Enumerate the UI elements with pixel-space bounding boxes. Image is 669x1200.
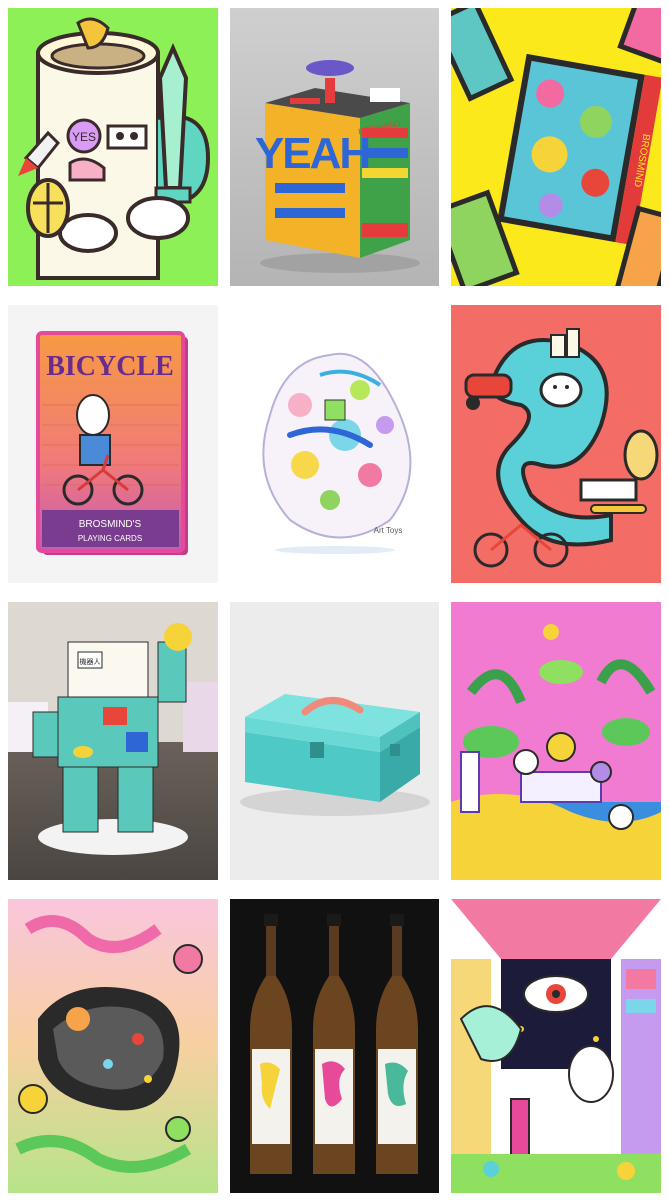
gallery-tile-robot-sculpture[interactable]: 機器人	[8, 602, 218, 880]
image-gallery-grid: YES YEAH BROSMIND BROSMIND BICYCLE BROSM…	[0, 0, 669, 1200]
robot-sculpture-photo: 機器人	[8, 602, 218, 880]
mug-badge-text: YES	[72, 130, 96, 144]
robot-chest-label: 機器人	[80, 657, 101, 666]
doodle-signature: Art Toys	[374, 526, 403, 535]
jungle-scene-illustration	[451, 602, 661, 880]
gallery-tile-puzzle-boxes[interactable]: BROSMIND	[451, 8, 661, 286]
brick-sculpture-photo: YEAH BROSMIND	[230, 8, 439, 286]
gallery-tile-space-eye[interactable]	[451, 899, 661, 1193]
gallery-tile-playing-cards[interactable]: BICYCLE BROSMIND'S PLAYING CARDS	[8, 305, 218, 583]
gallery-tile-brick-sculpture[interactable]: YEAH BROSMIND	[230, 8, 439, 286]
gallery-tile-mug-character[interactable]: YES	[8, 8, 218, 286]
space-eye-illustration	[451, 899, 661, 1193]
card-subcaption: PLAYING CARDS	[78, 534, 142, 543]
doodle-cluster-illustration: Art Toys	[230, 305, 439, 583]
brick-letters: YEAH	[255, 129, 369, 178]
gallery-tile-blue-creature[interactable]	[451, 305, 661, 583]
mug-character-illustration: YES	[8, 8, 218, 286]
puzzle-boxes-photo: BROSMIND	[451, 8, 661, 286]
gallery-tile-jungle-scene[interactable]	[451, 602, 661, 880]
card-brand-text: BICYCLE	[46, 351, 174, 382]
playing-cards-photo: BICYCLE BROSMIND'S PLAYING CARDS	[8, 305, 218, 583]
beer-bottles-photo	[230, 899, 439, 1193]
pink-cave-illustration	[8, 899, 218, 1193]
card-caption: BROSMIND'S	[79, 519, 142, 530]
gallery-tile-toolbox[interactable]	[230, 602, 439, 880]
gallery-tile-pink-cave[interactable]	[8, 899, 218, 1193]
gallery-tile-beer-bottles[interactable]	[230, 899, 439, 1193]
toolbox-photo	[230, 602, 439, 880]
blue-creature-illustration	[451, 305, 661, 583]
gallery-tile-doodle-cluster[interactable]: Art Toys	[230, 305, 439, 583]
